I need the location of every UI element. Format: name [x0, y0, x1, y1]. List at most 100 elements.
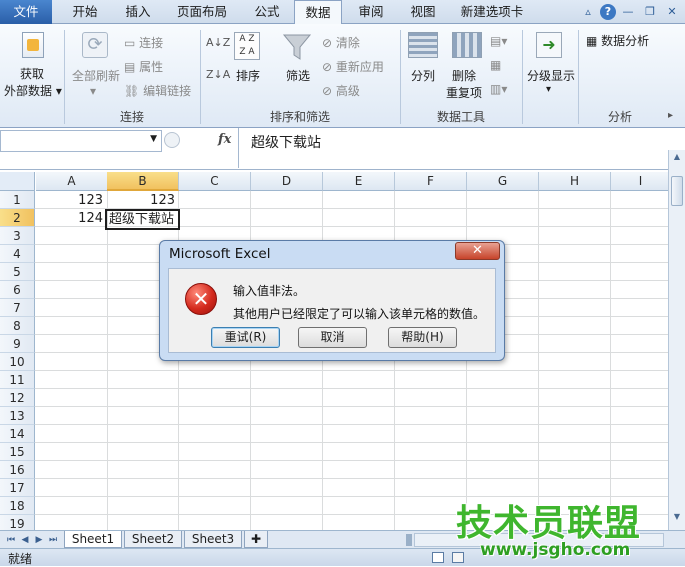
help-button[interactable]: 帮助(H)	[388, 327, 457, 348]
column-header[interactable]: F	[395, 172, 467, 191]
scroll-down-icon[interactable]: ▼	[671, 512, 683, 524]
sort-ascending-icon[interactable]: A↓Z	[206, 36, 230, 49]
page-layout-icon[interactable]	[452, 552, 464, 563]
cell-B1[interactable]: 123	[107, 192, 178, 210]
row-header[interactable]: 8	[0, 317, 35, 335]
column-header[interactable]: E	[323, 172, 395, 191]
filter-icon	[282, 34, 312, 60]
sheet-tab-3[interactable]: Sheet3	[184, 531, 242, 548]
get-external-data-button[interactable]: 获取	[20, 65, 44, 82]
data-analysis-button[interactable]: ▦ 数据分析	[586, 32, 649, 49]
vertical-scrollbar[interactable]: ▲ ▼	[668, 150, 685, 530]
help-icon[interactable]: ?	[600, 4, 616, 20]
row-header[interactable]: 19	[0, 515, 35, 530]
tab-page-layout[interactable]: 页面布局	[168, 0, 236, 24]
scroll-up-icon[interactable]: ▲	[671, 152, 683, 164]
filter-button[interactable]: 筛选	[286, 67, 310, 84]
data-validation-icon[interactable]: ▤▾	[490, 34, 507, 48]
row-header[interactable]: 17	[0, 479, 35, 497]
row-header[interactable]: 2	[0, 209, 35, 227]
external-data-icon	[22, 32, 44, 58]
refresh-all-button[interactable]: 全部刷新	[72, 67, 120, 84]
row-header[interactable]: 14	[0, 425, 35, 443]
next-sheet-icon[interactable]: ▶	[32, 533, 46, 547]
column-header[interactable]: G	[467, 172, 539, 191]
sheet-tab-2[interactable]: Sheet2	[124, 531, 182, 548]
row-header[interactable]: 9	[0, 335, 35, 353]
get-external-data-label: 外部数据 ▾	[4, 84, 62, 98]
edit-links-button[interactable]: ⛓ 编辑链接	[124, 82, 191, 99]
row-header[interactable]: 11	[0, 371, 35, 389]
sheet-tab-1[interactable]: Sheet1	[64, 531, 122, 548]
row-header[interactable]: 18	[0, 497, 35, 515]
advanced-button[interactable]: ⊘ 高级	[322, 82, 360, 99]
close-icon[interactable]: ✕	[664, 4, 680, 20]
clear-button[interactable]: ⊘ 清除	[322, 34, 360, 51]
retry-button[interactable]: 重试(R)	[211, 327, 280, 348]
remove-duplicates-icon	[452, 32, 482, 58]
refresh-dropdown-icon[interactable]: ▾	[90, 84, 96, 98]
column-header[interactable]: A	[36, 172, 108, 191]
outline-button[interactable]: 分级显示	[527, 67, 575, 84]
connections-button[interactable]: ▭ 连接	[124, 34, 163, 51]
cell-A1[interactable]: 123	[36, 192, 106, 210]
remove-duplicates-label: 重复项	[446, 86, 483, 100]
tab-home[interactable]: 开始	[60, 0, 110, 24]
row-header[interactable]: 7	[0, 299, 35, 317]
row-header[interactable]: 12	[0, 389, 35, 407]
cell-B2-active[interactable]: 超级下载站	[105, 209, 180, 230]
insert-sheet-icon[interactable]: ✚	[244, 531, 268, 548]
properties-button[interactable]: ▤ 属性	[124, 58, 163, 75]
row-header[interactable]: 1	[0, 191, 35, 209]
tab-insert[interactable]: 插入	[114, 0, 162, 24]
insert-function-icon[interactable]: fx	[218, 132, 231, 147]
sort-descending-icon[interactable]: Z↓A	[206, 68, 230, 81]
normal-view-icon[interactable]	[432, 552, 444, 563]
sort-button[interactable]: 排序	[236, 67, 260, 84]
ribbon-scroll-icon[interactable]: ▸	[668, 110, 673, 121]
ribbon-tab-bar: 文件 开始 插入 页面布局 公式 数据 审阅 视图 新建选项卡 ▵ ? — ❐ …	[0, 0, 685, 25]
row-header[interactable]: 10	[0, 353, 35, 371]
restore-icon[interactable]: ❐	[642, 4, 658, 20]
group-label-analysis: 分析	[607, 110, 632, 124]
reapply-button[interactable]: ⊘ 重新应用	[322, 58, 384, 75]
cancel-button[interactable]: 取消	[298, 327, 367, 348]
prev-sheet-icon[interactable]: ◀	[18, 533, 32, 547]
column-header[interactable]: I	[611, 172, 668, 191]
formula-input[interactable]: 超级下载站	[238, 128, 668, 168]
outline-dropdown-icon[interactable]: ▾	[546, 84, 551, 95]
tab-formulas[interactable]: 公式	[244, 0, 290, 24]
row-header[interactable]: 5	[0, 263, 35, 281]
column-header[interactable]: C	[179, 172, 251, 191]
name-box[interactable]: ▼	[0, 130, 162, 152]
tab-split-handle[interactable]	[406, 534, 412, 546]
column-header[interactable]: H	[539, 172, 611, 191]
last-sheet-icon[interactable]: ⏭	[46, 533, 60, 547]
row-header[interactable]: 16	[0, 461, 35, 479]
column-header[interactable]: B	[107, 172, 179, 191]
row-header[interactable]: 4	[0, 245, 35, 263]
first-sheet-icon[interactable]: ⏮	[4, 533, 18, 547]
select-all-corner[interactable]	[0, 172, 35, 191]
collapse-ribbon-icon[interactable]: ▵	[580, 4, 596, 20]
consolidate-icon[interactable]: ▦	[490, 58, 501, 72]
tab-review[interactable]: 审阅	[348, 0, 394, 24]
dialog-close-button[interactable]: ✕	[455, 242, 500, 260]
tab-data[interactable]: 数据	[294, 0, 342, 25]
column-header[interactable]: D	[251, 172, 323, 191]
row-header[interactable]: 3	[0, 227, 35, 245]
text-to-columns-button[interactable]: 分列	[411, 67, 435, 84]
row-header[interactable]: 13	[0, 407, 35, 425]
row-header[interactable]: 6	[0, 281, 35, 299]
what-if-icon[interactable]: ▥▾	[490, 82, 507, 96]
formula-bar-handle-icon[interactable]	[164, 132, 180, 148]
cell-A2[interactable]: 124	[36, 210, 106, 228]
scroll-thumb[interactable]	[671, 176, 683, 206]
name-box-dropdown-icon[interactable]: ▼	[150, 134, 157, 144]
remove-duplicates-button[interactable]: 删除	[452, 67, 476, 84]
tab-file[interactable]: 文件	[0, 0, 52, 24]
minimize-icon[interactable]: —	[620, 4, 636, 20]
tab-view[interactable]: 视图	[400, 0, 446, 24]
tab-new-tab[interactable]: 新建选项卡	[454, 0, 530, 24]
row-header[interactable]: 15	[0, 443, 35, 461]
